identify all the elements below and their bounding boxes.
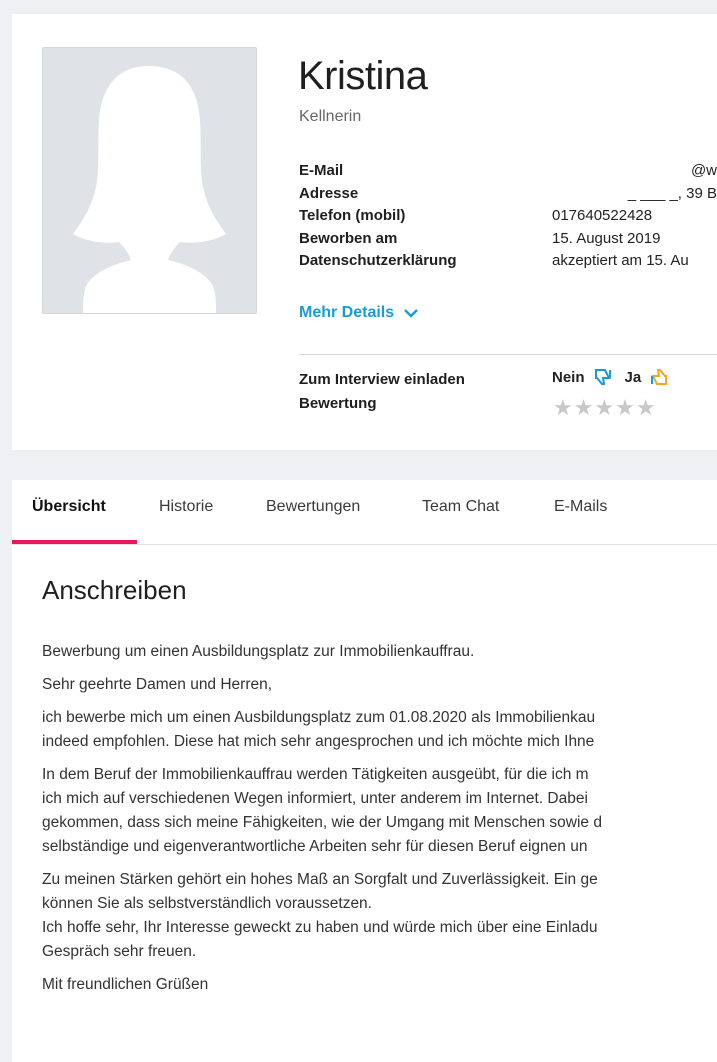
- letter-paragraph: Mit freundlichen Grüßen: [42, 973, 717, 997]
- content-card: Übersicht Historie Bewertungen Team Chat…: [12, 480, 717, 1062]
- info-label-applied: Beworben am: [299, 229, 398, 247]
- candidate-header-card: Kristina Kellnerin E-Mail Adresse Telefo…: [12, 14, 717, 450]
- info-value-privacy: akzeptiert am 15. Au: [552, 252, 689, 269]
- rating-stars[interactable]: ★★★★★: [553, 395, 657, 421]
- letter-line: selbständige und eigenverantwortliche Ar…: [42, 838, 588, 855]
- letter-line: ich bewerbe mich um einen Ausbildungspla…: [42, 709, 596, 726]
- letter-line: Mit freundlichen Grüßen: [42, 976, 209, 993]
- letter-line: Sehr geehrte Damen und Herren,: [42, 676, 273, 693]
- chevron-down-icon: [404, 309, 418, 318]
- evaluation-labels: Zum Interview einladen Bewertung: [299, 368, 465, 416]
- info-label-address: Adresse: [299, 184, 359, 202]
- info-value-applied: 15. August 2019: [552, 229, 661, 247]
- tab-bewertungen[interactable]: Bewertungen: [266, 498, 360, 516]
- interview-vote: Nein Ja: [552, 368, 669, 386]
- letter-paragraph: Sehr geehrte Damen und Herren,: [42, 673, 717, 697]
- info-value-phone[interactable]: 017640522428: [552, 205, 717, 228]
- letter-paragraph: Bewerbung um einen Ausbildungsplatz zur …: [42, 640, 717, 664]
- vote-yes-label: Ja: [624, 368, 642, 386]
- letter-line: Zu meinen Stärken gehört ein hohes Maß a…: [42, 871, 598, 888]
- letter-line: indeed empfohlen. Diese hat mich sehr an…: [42, 733, 595, 750]
- candidate-name: Kristina: [298, 54, 428, 98]
- info-values: @w _ ___ _, 39 B 017640522428 15. August…: [552, 160, 717, 273]
- rating-label: Bewertung: [299, 395, 377, 412]
- tab-emails[interactable]: E-Mails: [554, 498, 607, 516]
- more-details-label: Mehr Details: [299, 304, 395, 321]
- active-tab-indicator: [12, 540, 137, 544]
- info-label-phone: Telefon (mobil): [299, 207, 406, 224]
- female-silhouette-icon: [73, 66, 226, 313]
- letter-line: Bewerbung um einen Ausbildungsplatz zur …: [42, 643, 475, 660]
- letter-line: ich mich auf verschiedenen Wegen informi…: [42, 790, 588, 807]
- more-details-toggle[interactable]: Mehr Details: [299, 304, 418, 322]
- thumbs-down-icon[interactable]: [593, 368, 613, 386]
- info-value-address: _ ___ _, 39 B: [627, 184, 717, 202]
- letter-paragraph: Zu meinen Stärken gehört ein hohes Maß a…: [42, 868, 717, 964]
- info-label-email: E-Mail: [299, 162, 344, 179]
- letter-line: können Sie als selbstverständlich voraus…: [42, 895, 372, 912]
- divider: [299, 354, 717, 355]
- letter-line: In dem Beruf der Immobilienkauffrau werd…: [42, 766, 589, 783]
- vote-no-label: Nein: [552, 368, 585, 386]
- avatar-placeholder: [42, 47, 257, 314]
- letter-line: Ich hoffe sehr, Ihr Interesse geweckt zu…: [42, 919, 598, 936]
- letter-paragraph: ich bewerbe mich um einen Ausbildungspla…: [42, 706, 717, 754]
- tab-team-chat[interactable]: Team Chat: [422, 498, 499, 516]
- tab-bar: Übersicht Historie Bewertungen Team Chat…: [12, 480, 717, 545]
- letter-line: Gespräch sehr freuen.: [42, 943, 197, 960]
- cover-letter-body: Bewerbung um einen Ausbildungsplatz zur …: [42, 640, 717, 1006]
- cover-letter-title: Anschreiben: [42, 575, 187, 605]
- interview-label: Zum Interview einladen: [299, 371, 465, 388]
- tab-historie[interactable]: Historie: [159, 498, 213, 516]
- info-value-email[interactable]: @w: [552, 160, 717, 183]
- info-label-privacy: Datenschutzerklärung: [299, 252, 457, 269]
- candidate-role: Kellnerin: [299, 108, 362, 125]
- letter-paragraph: In dem Beruf der Immobilienkauffrau werd…: [42, 763, 717, 859]
- letter-line: gekommen, dass sich meine Fähigkeiten, w…: [42, 814, 602, 831]
- info-labels: E-Mail Adresse Telefon (mobil) Beworben …: [299, 160, 457, 273]
- tab-uebersicht[interactable]: Übersicht: [32, 498, 106, 516]
- thumbs-up-icon[interactable]: [649, 368, 669, 386]
